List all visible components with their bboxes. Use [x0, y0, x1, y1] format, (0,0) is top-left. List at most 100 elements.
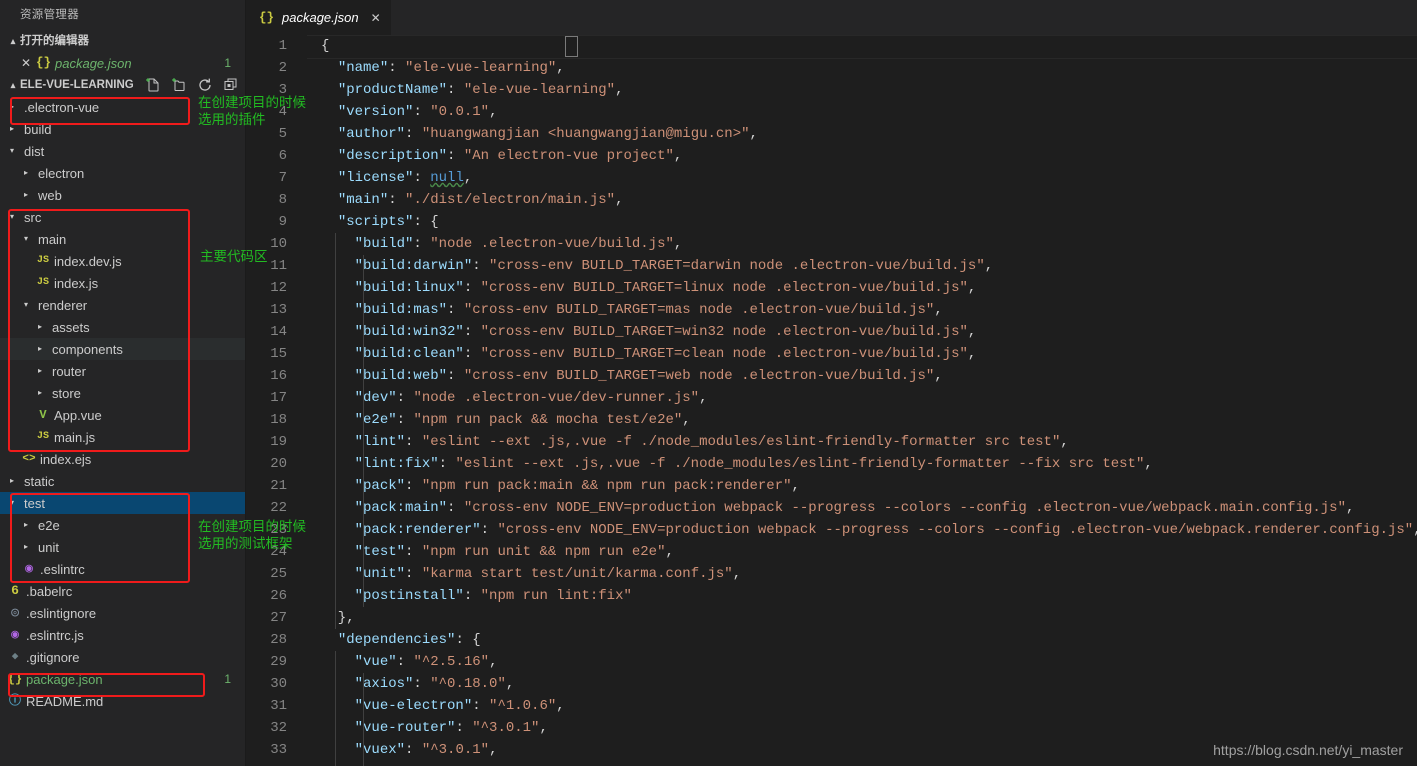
- code-line[interactable]: 6 "description": "An electron-vue projec…: [245, 145, 1417, 167]
- tree-item-index-ejs[interactable]: <> index.ejs: [0, 448, 245, 470]
- code-line[interactable]: 20 "lint:fix": "eslint --ext .js,.vue -f…: [245, 453, 1417, 475]
- tree-item-readme-md[interactable]: ⓘ README.md: [0, 690, 245, 712]
- token-str: "huangwangjian <huangwangjian@migu.cn>": [421, 126, 750, 142]
- code-line[interactable]: 16 "build:web": "cross-env BUILD_TARGET=…: [245, 365, 1417, 387]
- chevron-right-icon[interactable]: ▸: [6, 118, 18, 140]
- code-line[interactable]: 30 "axios": "^0.18.0",: [245, 673, 1417, 695]
- chevron-down-icon[interactable]: ▾: [6, 140, 18, 162]
- tree-item-eslintrc[interactable]: ◉ .eslintrc: [0, 558, 245, 580]
- tree-item-electron[interactable]: ▸ electron: [0, 162, 245, 184]
- tree-item-web[interactable]: ▸ web: [0, 184, 245, 206]
- code-line[interactable]: 8 "main": "./dist/electron/main.js",: [245, 189, 1417, 211]
- chevron-right-icon[interactable]: ▸: [34, 360, 46, 382]
- tree-item-label: README.md: [26, 693, 104, 709]
- code-line-text: "main": "./dist/electron/main.js",: [307, 189, 624, 211]
- chevron-right-icon[interactable]: ▸: [20, 514, 32, 536]
- tree-item-eslintrc-js[interactable]: ◉ .eslintrc.js: [0, 624, 245, 646]
- chevron-down-icon[interactable]: ▾: [20, 228, 32, 250]
- code-line[interactable]: 19 "lint": "eslint --ext .js,.vue -f ./n…: [245, 431, 1417, 453]
- tab-package-json[interactable]: {} package.json ✕: [245, 0, 392, 35]
- chevron-right-icon[interactable]: ▸: [20, 536, 32, 558]
- new-folder-icon[interactable]: [171, 77, 187, 93]
- refresh-icon[interactable]: [197, 77, 213, 93]
- tree-item-main-js[interactable]: JS main.js: [0, 426, 245, 448]
- chevron-right-icon[interactable]: ▸: [6, 96, 18, 118]
- tree-item-store[interactable]: ▸ store: [0, 382, 245, 404]
- code-line[interactable]: 17 "dev": "node .electron-vue/dev-runner…: [245, 387, 1417, 409]
- chevron-down-icon[interactable]: ▾: [6, 206, 18, 228]
- code-line[interactable]: 21 "pack": "npm run pack:main && npm run…: [245, 475, 1417, 497]
- token-key: "lint:fix": [354, 456, 439, 472]
- code-line[interactable]: 24 "test": "npm run unit && npm run e2e"…: [245, 541, 1417, 563]
- project-section-header[interactable]: ▴ ELE-VUE-LEARNING: [0, 74, 245, 96]
- new-file-icon[interactable]: [145, 77, 161, 93]
- token-key: "author": [337, 126, 406, 142]
- code-line-text: "e2e": "npm run pack && mocha test/e2e",: [307, 409, 691, 431]
- open-editor-item-package-json[interactable]: ✕ {} package.json 1: [0, 52, 245, 74]
- code-line[interactable]: 12 "build:linux": "cross-env BUILD_TARGE…: [245, 277, 1417, 299]
- chevron-down-icon[interactable]: ▴: [6, 30, 20, 52]
- collapse-all-icon[interactable]: [223, 77, 239, 93]
- code-line[interactable]: 22 "pack:main": "cross-env NODE_ENV=prod…: [245, 497, 1417, 519]
- tree-item-src[interactable]: ▾ src: [0, 206, 245, 228]
- token-punct: [321, 456, 355, 472]
- token-key: "build:darwin": [354, 258, 473, 274]
- chevron-down-icon[interactable]: ▾: [20, 294, 32, 316]
- tree-item-static[interactable]: ▸ static: [0, 470, 245, 492]
- code-line[interactable]: 25 "unit": "karma start test/unit/karma.…: [245, 563, 1417, 585]
- tree-item-babelrc[interactable]: 6 .babelrc: [0, 580, 245, 602]
- code-line[interactable]: 10 "build": "node .electron-vue/build.js…: [245, 233, 1417, 255]
- code-line[interactable]: 5 "author": "huangwangjian <huangwangjia…: [245, 123, 1417, 145]
- code-line[interactable]: 32 "vue-router": "^3.0.1",: [245, 717, 1417, 739]
- token-punct: [321, 236, 355, 252]
- close-icon[interactable]: ✕: [371, 11, 381, 25]
- chevron-down-icon[interactable]: ▴: [6, 74, 20, 96]
- code-line[interactable]: 31 "vue-electron": "^1.0.6",: [245, 695, 1417, 717]
- code-line[interactable]: 13 "build:mas": "cross-env BUILD_TARGET=…: [245, 299, 1417, 321]
- code-line[interactable]: 7 "license": null,: [245, 167, 1417, 189]
- token-key: "vue-electron": [354, 698, 473, 714]
- code-line[interactable]: 2 "name": "ele-vue-learning",: [245, 57, 1417, 79]
- code-line[interactable]: 11 "build:darwin": "cross-env BUILD_TARG…: [245, 255, 1417, 277]
- open-editors-section-header[interactable]: ▴ 打开的编辑器: [0, 30, 245, 52]
- code-line[interactable]: 23 "pack:renderer": "cross-env NODE_ENV=…: [245, 519, 1417, 541]
- token-punct: :: [463, 280, 481, 296]
- tree-item-eslintignore[interactable]: ◎ .eslintignore: [0, 602, 245, 624]
- tree-item-index-js[interactable]: JS index.js: [0, 272, 245, 294]
- code-line[interactable]: 9 "scripts": {: [245, 211, 1417, 233]
- tree-item-renderer[interactable]: ▾ renderer: [0, 294, 245, 316]
- code-line[interactable]: 14 "build:win32": "cross-env BUILD_TARGE…: [245, 321, 1417, 343]
- code-line[interactable]: 15 "build:clean": "cross-env BUILD_TARGE…: [245, 343, 1417, 365]
- token-punct: [321, 148, 338, 164]
- chevron-down-icon[interactable]: ▾: [6, 492, 18, 514]
- chevron-right-icon[interactable]: ▸: [34, 382, 46, 404]
- token-punct: ,: [489, 742, 498, 758]
- tree-item-package-json[interactable]: {} package.json 1: [0, 668, 245, 690]
- code-line[interactable]: 28 "dependencies": {: [245, 629, 1417, 651]
- code-line[interactable]: 4 "version": "0.0.1",: [245, 101, 1417, 123]
- tree-item-gitignore[interactable]: ◆ .gitignore: [0, 646, 245, 668]
- code-line[interactable]: 3 "productName": "ele-vue-learning",: [245, 79, 1417, 101]
- chevron-right-icon[interactable]: ▸: [34, 316, 46, 338]
- chevron-right-icon[interactable]: ▸: [6, 470, 18, 492]
- code-line[interactable]: 26 "postinstall": "npm run lint:fix": [245, 585, 1417, 607]
- tree-item-app-vue[interactable]: V App.vue: [0, 404, 245, 426]
- close-icon[interactable]: ✕: [18, 56, 34, 70]
- code-line[interactable]: 27 },: [245, 607, 1417, 629]
- code-editor[interactable]: 1{2 "name": "ele-vue-learning", 3 "produc…: [245, 35, 1417, 766]
- code-line[interactable]: 29 "vue": "^2.5.16",: [245, 651, 1417, 673]
- chevron-right-icon[interactable]: ▸: [34, 338, 46, 360]
- code-line[interactable]: 1{: [245, 35, 1417, 57]
- tree-item-test[interactable]: ▾ test: [0, 492, 245, 514]
- tree-item-dist[interactable]: ▾ dist: [0, 140, 245, 162]
- token-key: "build:linux": [354, 280, 464, 296]
- chevron-right-icon[interactable]: ▸: [20, 162, 32, 184]
- tree-item-components[interactable]: ▸ components: [0, 338, 245, 360]
- code-line[interactable]: 18 "e2e": "npm run pack && mocha test/e2…: [245, 409, 1417, 431]
- tree-item-router[interactable]: ▸ router: [0, 360, 245, 382]
- token-punct: [321, 104, 338, 120]
- tree-item-main[interactable]: ▾ main: [0, 228, 245, 250]
- indent-guide: [363, 673, 364, 766]
- chevron-right-icon[interactable]: ▸: [20, 184, 32, 206]
- tree-item-assets[interactable]: ▸ assets: [0, 316, 245, 338]
